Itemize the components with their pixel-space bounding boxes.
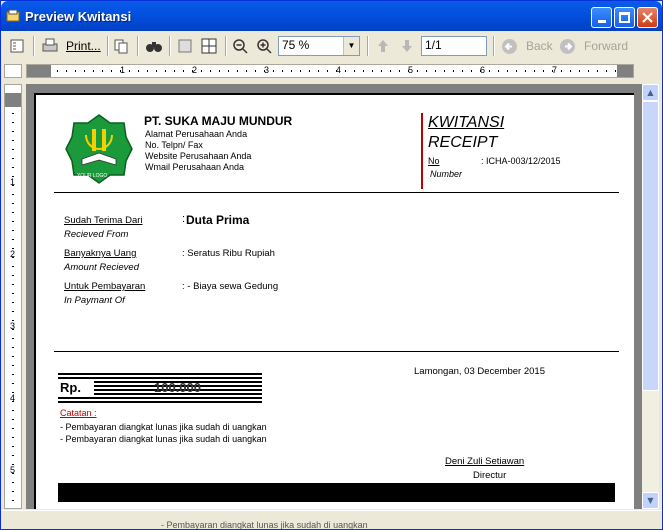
- title-bar[interactable]: Preview Kwitansi: [1, 1, 662, 31]
- zoom-select[interactable]: 75 % ▼: [278, 36, 360, 56]
- multi-page-button[interactable]: [201, 35, 219, 57]
- amount-value: : Seratus Ribu Rupiah: [182, 248, 275, 259]
- signer-name: Deni Zuli Setiawan: [445, 456, 525, 467]
- amount-label: Banyaknya Uang: [64, 248, 137, 259]
- first-page-button[interactable]: [375, 35, 393, 57]
- status-bar: - Pembayaran diangkat lunas jika sudah d…: [1, 510, 662, 530]
- received-from-label-en: Recieved From: [64, 229, 129, 240]
- back-arrow-icon: [502, 38, 517, 54]
- scroll-up-button[interactable]: ▲: [642, 84, 659, 101]
- purpose-label: Untuk Pembayaran: [64, 281, 146, 292]
- ruler-corner: [4, 64, 22, 78]
- company-phone: No. Telpn/ Fax: [145, 140, 203, 150]
- app-icon: [6, 9, 20, 22]
- next-page-button[interactable]: [399, 35, 417, 57]
- received-from-value: Duta Prima: [186, 213, 250, 227]
- chevron-down-icon[interactable]: ▼: [343, 37, 359, 55]
- company-address: Alamat Perusahaan Anda: [145, 129, 248, 139]
- page-setup-button[interactable]: [9, 35, 27, 57]
- printer-icon: [42, 38, 58, 52]
- page-setup-icon: [10, 39, 24, 53]
- red-divider: [421, 113, 423, 189]
- scroll-thumb[interactable]: [642, 101, 659, 391]
- copy-icon: [114, 39, 128, 54]
- maximize-button[interactable]: [614, 7, 635, 28]
- maximize-icon: [619, 12, 630, 23]
- rp-label: Rp.: [60, 380, 81, 395]
- company-name: PT. SUKA MAJU MUNDUR: [144, 114, 293, 128]
- purpose-value: : - Biaya sewa Gedung: [182, 281, 279, 292]
- body-divider: [54, 351, 619, 352]
- scroll-down-button[interactable]: ▼: [642, 492, 659, 509]
- receipt-number: : ICHA-003/12/2015: [481, 156, 561, 166]
- company-website: Website Perusahaan Anda: [145, 151, 252, 161]
- preview-window: Preview Kwitansi Print... 75 % ▼ 1/1 Back…: [0, 0, 663, 530]
- logo-text: YOUR LOGO: [77, 173, 108, 179]
- status-text: - Pembayaran diangkat lunas jika sudah d…: [161, 520, 368, 530]
- multi-page-icon: [201, 38, 217, 54]
- close-icon: [642, 12, 653, 23]
- title-receipt: RECEIPT: [428, 134, 498, 151]
- find-button[interactable]: [145, 35, 163, 57]
- note-2: - Pembayaran diangkat lunas jika sudah d…: [60, 434, 267, 444]
- note-1: - Pembayaran diangkat lunas jika sudah d…: [60, 422, 267, 432]
- minimize-icon: [597, 20, 606, 23]
- copy-button[interactable]: [113, 35, 131, 57]
- forward-arrow-icon: [560, 38, 575, 54]
- single-page-button[interactable]: [177, 35, 195, 57]
- back-label: Back: [526, 39, 553, 53]
- single-page-icon: [178, 39, 192, 53]
- title-kwitansi: KWITANSI: [428, 114, 505, 131]
- page-number-field[interactable]: 1/1: [421, 36, 487, 56]
- forward-label: Forward: [584, 39, 629, 53]
- header-divider: [54, 192, 619, 193]
- amount-label-en: Amount Recieved: [64, 262, 139, 273]
- vertical-ruler: 12345: [4, 84, 22, 509]
- zoom-in-icon: [257, 39, 272, 54]
- back-button[interactable]: Back: [501, 35, 555, 57]
- preview-area[interactable]: YOUR LOGO PT. SUKA MAJU MUNDUR Alamat Pe…: [26, 84, 642, 509]
- print-button[interactable]: Print...: [41, 35, 101, 57]
- no-label: No: [428, 156, 440, 166]
- zoom-value: 75 %: [282, 38, 310, 52]
- chevron-down-icon: ▼: [647, 496, 654, 505]
- arrow-up-icon: [378, 40, 388, 52]
- signer-title: Directur: [473, 470, 507, 481]
- close-button[interactable]: [637, 7, 658, 28]
- company-email: Wmail Perusahaan Anda: [145, 162, 245, 172]
- arrow-down-icon: [402, 40, 412, 52]
- rp-value: 100.000: [154, 380, 201, 395]
- received-from-colon: :: [182, 213, 186, 225]
- horizontal-ruler: 1234567: [26, 64, 634, 78]
- print-label: Print...: [66, 39, 101, 53]
- chevron-up-icon: ▲: [647, 88, 654, 97]
- zoom-out-icon: [233, 39, 248, 54]
- zoom-out-button[interactable]: [232, 35, 250, 57]
- minimize-button[interactable]: [591, 7, 612, 28]
- number-label: Number: [430, 169, 463, 179]
- received-from-label: Sudah Terima Dari: [64, 215, 143, 226]
- footer-bar: [58, 483, 615, 502]
- vertical-scrollbar[interactable]: ▲ ▼: [642, 84, 659, 509]
- forward-button[interactable]: Forward: [559, 35, 629, 57]
- window-title: Preview Kwitansi: [25, 9, 132, 24]
- notes-label: Catatan :: [60, 408, 97, 418]
- toolbar: Print... 75 % ▼ 1/1 Back Forward: [3, 32, 660, 61]
- binoculars-icon: [146, 42, 162, 52]
- purpose-label-en: In Paymant Of: [64, 295, 125, 306]
- zoom-in-button[interactable]: [256, 35, 274, 57]
- page-value: 1/1: [425, 38, 442, 52]
- receipt-page: YOUR LOGO PT. SUKA MAJU MUNDUR Alamat Pe…: [34, 93, 634, 509]
- place-date: Lamongan, 03 December 2015: [414, 366, 545, 377]
